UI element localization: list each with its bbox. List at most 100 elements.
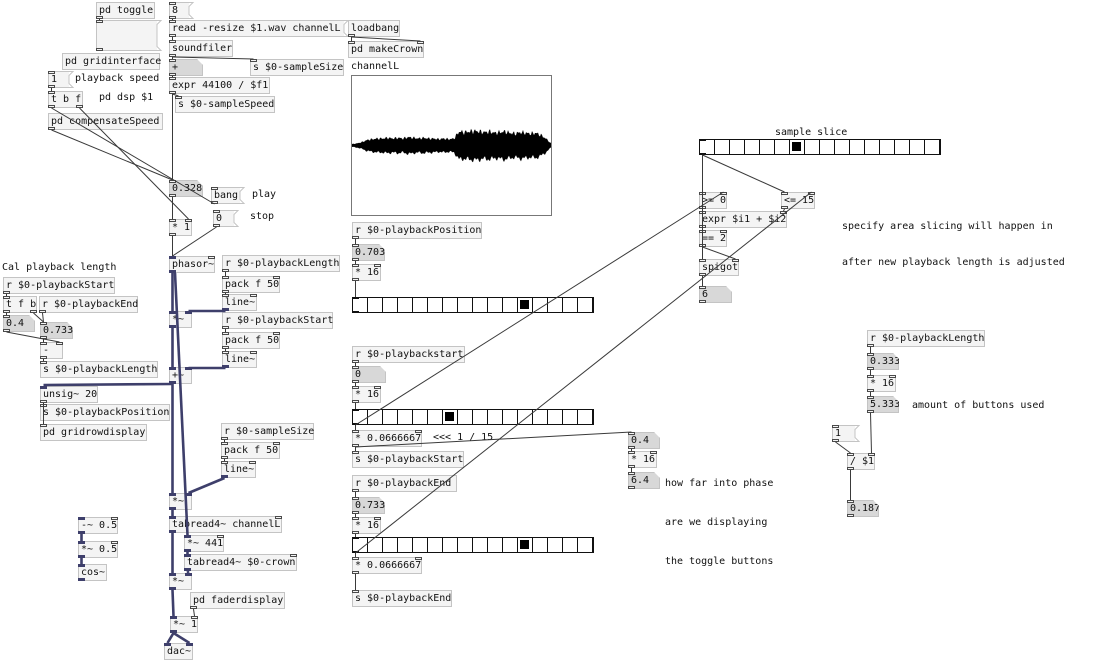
inlet[interactable] xyxy=(56,342,63,345)
outlet[interactable] xyxy=(352,489,359,492)
radio-cell[interactable] xyxy=(443,298,458,312)
outlet[interactable] xyxy=(3,329,10,332)
number-phase-result[interactable]: 6.4 xyxy=(628,472,660,489)
outlet[interactable] xyxy=(190,606,197,609)
outlet[interactable] xyxy=(3,310,10,313)
control-cord[interactable] xyxy=(835,441,851,454)
inlet[interactable] xyxy=(249,461,256,464)
inlet[interactable] xyxy=(169,59,176,62)
outlet[interactable] xyxy=(48,105,55,108)
number-position[interactable]: 0.703 xyxy=(352,244,385,261)
outlet[interactable] xyxy=(222,346,229,349)
inlet[interactable] xyxy=(867,396,874,399)
radio-cell[interactable] xyxy=(745,140,760,154)
object-pack-samplesize[interactable]: pack f 50 xyxy=(221,442,280,459)
outlet[interactable] xyxy=(78,578,85,581)
number-phase[interactable]: 0.4 xyxy=(628,432,660,449)
radio-cell[interactable] xyxy=(458,298,473,312)
radio-cell[interactable] xyxy=(353,298,368,312)
object-scale-end[interactable]: * 0.0666667 xyxy=(352,557,422,574)
object-receive-playbackend-select[interactable]: r $0-playbackEnd xyxy=(352,475,457,492)
inlet[interactable] xyxy=(352,244,359,247)
outlet[interactable] xyxy=(169,233,176,236)
outlet[interactable] xyxy=(352,236,359,239)
radio-cell[interactable] xyxy=(548,410,563,424)
number-buttons-used[interactable]: 5.333 xyxy=(867,396,899,413)
inlet[interactable] xyxy=(273,442,280,445)
inlet[interactable] xyxy=(867,375,874,378)
inlet[interactable] xyxy=(96,20,103,23)
object-send-playbackstart[interactable]: s $0-playbackStart xyxy=(352,451,464,468)
inlet[interactable] xyxy=(417,41,424,44)
outlet[interactable] xyxy=(699,273,706,276)
radio-cell[interactable] xyxy=(473,298,488,312)
inlet[interactable] xyxy=(374,386,381,389)
inlet[interactable] xyxy=(699,139,706,141)
radio-cell[interactable] xyxy=(895,140,910,154)
object-receive-playbacklength[interactable]: r $0-playbackLength xyxy=(222,255,340,272)
object-subtract-half[interactable]: -~ 0.5 xyxy=(78,517,118,534)
inlet[interactable] xyxy=(352,386,359,389)
inlet[interactable] xyxy=(40,322,47,325)
inlet[interactable] xyxy=(628,472,635,475)
inlet[interactable] xyxy=(352,590,359,593)
outlet[interactable] xyxy=(221,456,228,459)
outlet[interactable] xyxy=(867,367,874,370)
number-end-value[interactable]: 0.733 xyxy=(40,322,73,339)
message-read-soundfile[interactable]: read -resize $1.wav channelL xyxy=(169,20,350,37)
radio-cell[interactable] xyxy=(730,140,745,154)
inlet[interactable] xyxy=(352,497,359,500)
inlet[interactable] xyxy=(222,351,229,354)
message-bang-play[interactable]: bang xyxy=(211,187,246,204)
signal-cord[interactable] xyxy=(166,632,175,644)
object-send-playbacklength[interactable]: s $0-playbackLength xyxy=(40,361,158,378)
radio-cell[interactable] xyxy=(578,298,593,312)
number-slice[interactable]: 6 xyxy=(699,286,732,303)
number-length[interactable]: 0.333 xyxy=(867,353,899,370)
outlet[interactable] xyxy=(221,437,228,440)
number-ratio[interactable]: 0.187 xyxy=(847,500,879,517)
object-unsig[interactable]: unsig~ 20 xyxy=(40,386,98,403)
radio-cell[interactable] xyxy=(910,140,925,154)
object-pd-gridinterface[interactable]: pd gridinterface xyxy=(62,53,161,70)
object-receive-start-calc[interactable]: r $0-playbackStart xyxy=(3,277,115,294)
outlet[interactable] xyxy=(352,278,359,281)
inlet[interactable] xyxy=(352,430,359,433)
outlet[interactable] xyxy=(628,465,635,468)
object-multiply-16-position[interactable]: * 16 xyxy=(352,264,381,281)
outlet[interactable] xyxy=(352,380,359,383)
object-multiply-16-buttons[interactable]: * 16 xyxy=(867,375,896,392)
radio-cell[interactable] xyxy=(503,538,518,552)
radio-cell[interactable] xyxy=(563,298,578,312)
inlet[interactable] xyxy=(352,409,359,411)
outlet[interactable] xyxy=(169,530,176,533)
object-receive-playbackstart-select[interactable]: r $0-playbackstart xyxy=(352,346,465,363)
radio-cell[interactable] xyxy=(443,538,458,552)
radio-cell[interactable] xyxy=(880,140,895,154)
signal-cord[interactable] xyxy=(171,589,175,617)
inlet[interactable] xyxy=(847,453,854,456)
inlet[interactable] xyxy=(164,643,171,646)
radio-cell[interactable] xyxy=(563,538,578,552)
object-receive-playbackposition[interactable]: r $0-playbackPosition xyxy=(352,222,482,239)
object-expr-samplespeed[interactable]: expr 44100 / $f1 xyxy=(169,77,270,94)
inlet[interactable] xyxy=(352,297,359,299)
radio-cell[interactable] xyxy=(533,538,548,552)
inlet[interactable] xyxy=(374,517,381,520)
object-pd-gridrowdisplay[interactable]: pd gridrowdisplay xyxy=(40,424,147,441)
outlet[interactable] xyxy=(847,467,854,470)
outlet[interactable] xyxy=(184,549,191,552)
radio-cell[interactable] xyxy=(850,140,865,154)
radio-cell[interactable] xyxy=(428,410,443,424)
inlet[interactable] xyxy=(273,332,280,335)
radio-cell[interactable] xyxy=(428,538,443,552)
outlet[interactable] xyxy=(96,48,103,51)
inlet[interactable] xyxy=(169,20,176,23)
inlet[interactable] xyxy=(40,361,47,364)
control-cord[interactable] xyxy=(870,412,872,454)
control-cord[interactable] xyxy=(51,129,173,181)
object-trigger-fb[interactable]: t f b xyxy=(3,296,37,313)
inlet[interactable] xyxy=(169,219,176,222)
object-multiply-16-start[interactable]: * 16 xyxy=(352,386,381,403)
inlet[interactable] xyxy=(250,59,257,62)
